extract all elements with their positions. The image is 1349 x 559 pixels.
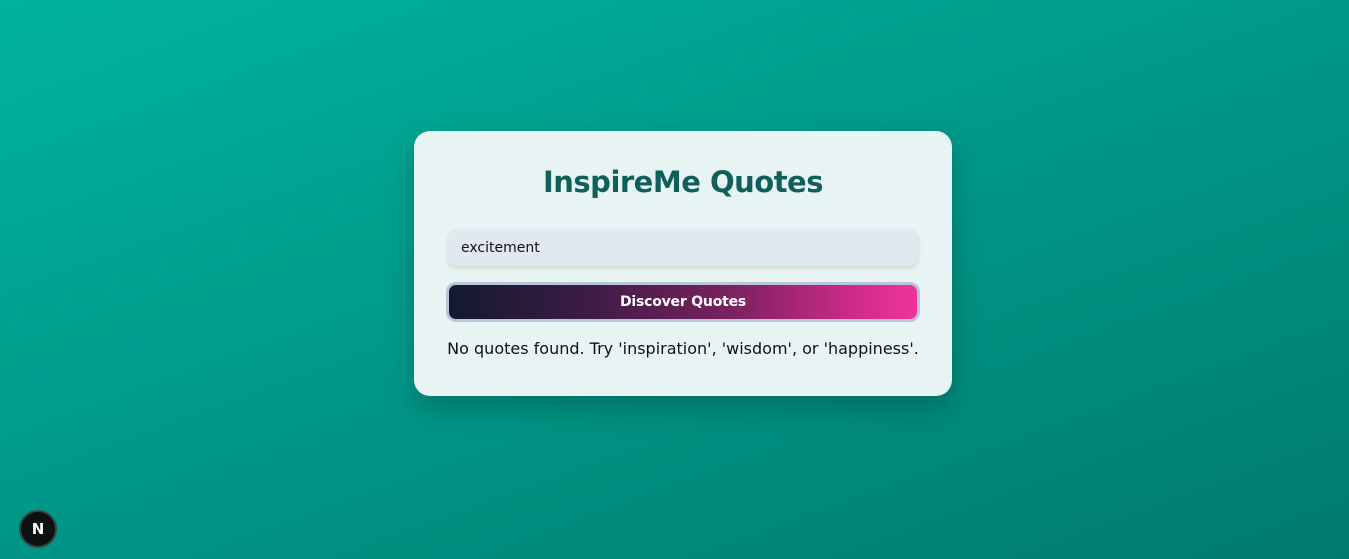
nextjs-logo-icon: N (31, 520, 45, 538)
page-title: InspireMe Quotes (542, 165, 824, 199)
search-input[interactable] (448, 229, 918, 266)
status-message: No quotes found. Try 'inspiration', 'wis… (447, 339, 919, 358)
nextjs-dev-badge[interactable]: N (19, 510, 57, 548)
quote-card: InspireMe Quotes Discover Quotes No quot… (414, 131, 952, 396)
discover-quotes-button[interactable]: Discover Quotes (446, 282, 920, 322)
